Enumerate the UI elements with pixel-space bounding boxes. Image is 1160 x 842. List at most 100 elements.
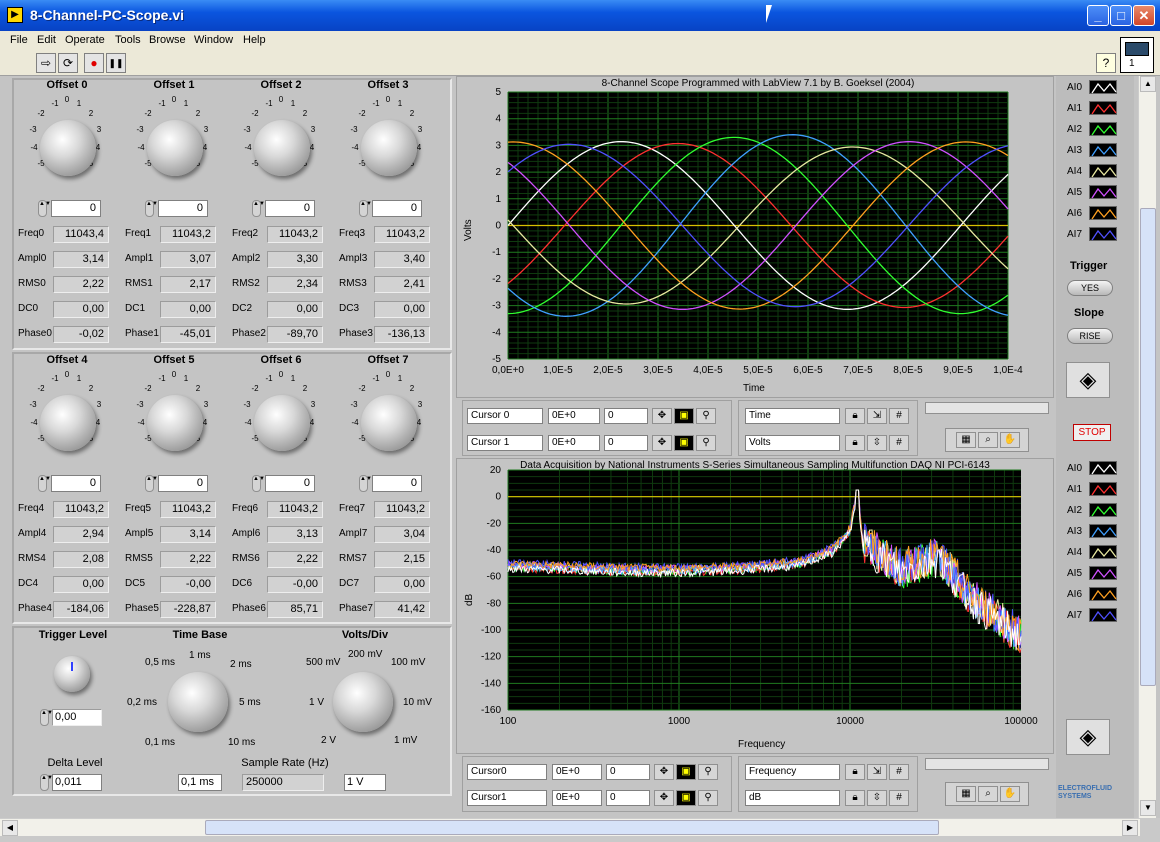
pan-hand-icon[interactable]: ✋ <box>1000 432 1020 448</box>
legend-ai2-swatch[interactable] <box>1089 503 1117 517</box>
cursor-lock-icon[interactable]: ⚲ <box>696 435 716 451</box>
legend-ai7-swatch[interactable] <box>1089 608 1117 622</box>
scale-lock-icon[interactable]: 🔒︎ <box>845 408 865 424</box>
slope-toggle[interactable]: RISE <box>1067 328 1113 344</box>
scope-cursor1-name[interactable]: Cursor 1 <box>467 435 543 451</box>
spectrum-scale-y-name[interactable]: dB <box>745 790 840 806</box>
scope-cursor1-x[interactable]: 0E+0 <box>548 435 600 451</box>
legend-ai1-swatch[interactable] <box>1089 482 1117 496</box>
cursor-move-icon[interactable]: ✥ <box>654 764 674 780</box>
legend-ai0-swatch[interactable] <box>1089 80 1117 94</box>
legend-ai5-swatch[interactable] <box>1089 185 1117 199</box>
legend-ai6-swatch[interactable] <box>1089 206 1117 220</box>
autoscale-x-icon[interactable]: ⇲ <box>867 764 887 780</box>
cursor-move-icon[interactable]: ✥ <box>652 408 672 424</box>
offset-5-knob[interactable] <box>147 395 203 451</box>
zoom-icon[interactable]: ⌕ <box>978 432 998 448</box>
offset-3-spinner[interactable]: ▲▼ <box>359 200 372 217</box>
navigation-diamond-icon[interactable]: ◈ <box>1066 719 1110 755</box>
delta-level-input[interactable]: 0,011 <box>52 774 102 791</box>
scale-lock-icon[interactable]: 🔒︎ <box>845 435 865 451</box>
spectrum-cursor0-x[interactable]: 0E+0 <box>552 764 602 780</box>
navigation-diamond-icon[interactable]: ◈ <box>1066 362 1110 398</box>
format-y-icon[interactable]: # <box>889 435 909 451</box>
pause-button[interactable]: ❚❚ <box>106 53 126 73</box>
scope-cursor0-x[interactable]: 0E+0 <box>548 408 600 424</box>
offset-3-input[interactable]: 0 <box>372 200 422 217</box>
close-button[interactable]: ✕ <box>1133 5 1155 26</box>
offset-2-spinner[interactable]: ▲▼ <box>252 200 265 217</box>
offset-5-input[interactable]: 0 <box>158 475 208 492</box>
menu-edit[interactable]: Edit <box>37 34 56 46</box>
offset-0-knob[interactable] <box>40 120 96 176</box>
offset-5-spinner[interactable]: ▲▼ <box>145 475 158 492</box>
menu-help[interactable]: Help <box>243 34 266 46</box>
spectrum-scale-x-name[interactable]: Frequency <box>745 764 840 780</box>
delta-level-spinner[interactable]: ▲▼ <box>40 774 53 791</box>
spectrum-cursor1-name[interactable]: Cursor1 <box>467 790 547 806</box>
offset-6-spinner[interactable]: ▲▼ <box>252 475 265 492</box>
scope-scale-y-name[interactable]: Volts <box>745 435 840 451</box>
cursor-move-icon[interactable]: ✥ <box>652 435 672 451</box>
offset-0-input[interactable]: 0 <box>51 200 101 217</box>
trigger-level-spinner[interactable]: ▲▼ <box>40 709 53 726</box>
trigger-toggle[interactable]: YES <box>1067 280 1113 296</box>
cursor-style-icon[interactable]: ▣ <box>676 764 696 780</box>
offset-3-knob[interactable] <box>361 120 417 176</box>
vertical-scroll-thumb[interactable] <box>1140 208 1156 686</box>
offset-1-input[interactable]: 0 <box>158 200 208 217</box>
time-base-knob[interactable] <box>168 672 228 732</box>
menu-browse[interactable]: Browse <box>149 34 186 46</box>
offset-4-knob[interactable] <box>40 395 96 451</box>
legend-ai4-swatch[interactable] <box>1089 545 1117 559</box>
grid-icon[interactable]: ▦ <box>956 432 976 448</box>
autoscale-y-icon[interactable]: ⇳ <box>867 790 887 806</box>
legend-ai3-swatch[interactable] <box>1089 524 1117 538</box>
vertical-scrollbar[interactable]: ▲ ▼ <box>1138 76 1156 818</box>
offset-7-spinner[interactable]: ▲▼ <box>359 475 372 492</box>
offset-4-input[interactable]: 0 <box>51 475 101 492</box>
legend-ai7-swatch[interactable] <box>1089 227 1117 241</box>
scroll-right-icon[interactable]: ▶ <box>1122 820 1138 836</box>
context-help-button[interactable]: ? <box>1096 53 1116 73</box>
cursor-style-icon[interactable]: ▣ <box>674 408 694 424</box>
run-continuously-button[interactable]: ⟳ <box>58 53 78 73</box>
offset-0-spinner[interactable]: ▲▼ <box>38 200 51 217</box>
spectrum-cursor0-name[interactable]: Cursor0 <box>467 764 547 780</box>
stop-button[interactable]: STOP <box>1073 424 1111 441</box>
legend-ai2-swatch[interactable] <box>1089 122 1117 136</box>
format-x-icon[interactable]: # <box>889 764 909 780</box>
grid-icon[interactable]: ▦ <box>956 786 976 802</box>
scope-scale-x-name[interactable]: Time <box>745 408 840 424</box>
spectrum-cursor1-x[interactable]: 0E+0 <box>552 790 602 806</box>
legend-ai3-swatch[interactable] <box>1089 143 1117 157</box>
trigger-level-value[interactable]: 0,00 <box>52 709 102 726</box>
legend-ai4-swatch[interactable] <box>1089 164 1117 178</box>
legend-ai5-swatch[interactable] <box>1089 566 1117 580</box>
zoom-icon[interactable]: ⌕ <box>978 786 998 802</box>
offset-1-knob[interactable] <box>147 120 203 176</box>
volts-div-knob[interactable] <box>333 672 393 732</box>
pan-hand-icon[interactable]: ✋ <box>1000 786 1020 802</box>
legend-ai1-swatch[interactable] <box>1089 101 1117 115</box>
cursor-style-icon[interactable]: ▣ <box>674 435 694 451</box>
scope-cursor0-y[interactable]: 0 <box>604 408 648 424</box>
maximize-button[interactable]: □ <box>1110 5 1132 26</box>
offset-7-knob[interactable] <box>361 395 417 451</box>
offset-7-input[interactable]: 0 <box>372 475 422 492</box>
trigger-level-knob[interactable] <box>54 656 90 692</box>
scroll-left-icon[interactable]: ◀ <box>2 820 18 836</box>
menu-window[interactable]: Window <box>194 34 233 46</box>
menu-file[interactable]: File <box>10 34 28 46</box>
scope-cursor0-name[interactable]: Cursor 0 <box>467 408 543 424</box>
horizontal-scrollbar[interactable]: ◀ ▶ <box>0 818 1140 836</box>
spectrum-xscroll[interactable] <box>925 758 1049 770</box>
cursor-lock-icon[interactable]: ⚲ <box>696 408 716 424</box>
scope-xscroll[interactable] <box>925 402 1049 414</box>
abort-button[interactable]: ● <box>84 53 104 73</box>
minimize-button[interactable]: _ <box>1087 5 1109 26</box>
cursor-lock-icon[interactable]: ⚲ <box>698 790 718 806</box>
offset-6-knob[interactable] <box>254 395 310 451</box>
legend-ai0-swatch[interactable] <box>1089 461 1117 475</box>
cursor-move-icon[interactable]: ✥ <box>654 790 674 806</box>
